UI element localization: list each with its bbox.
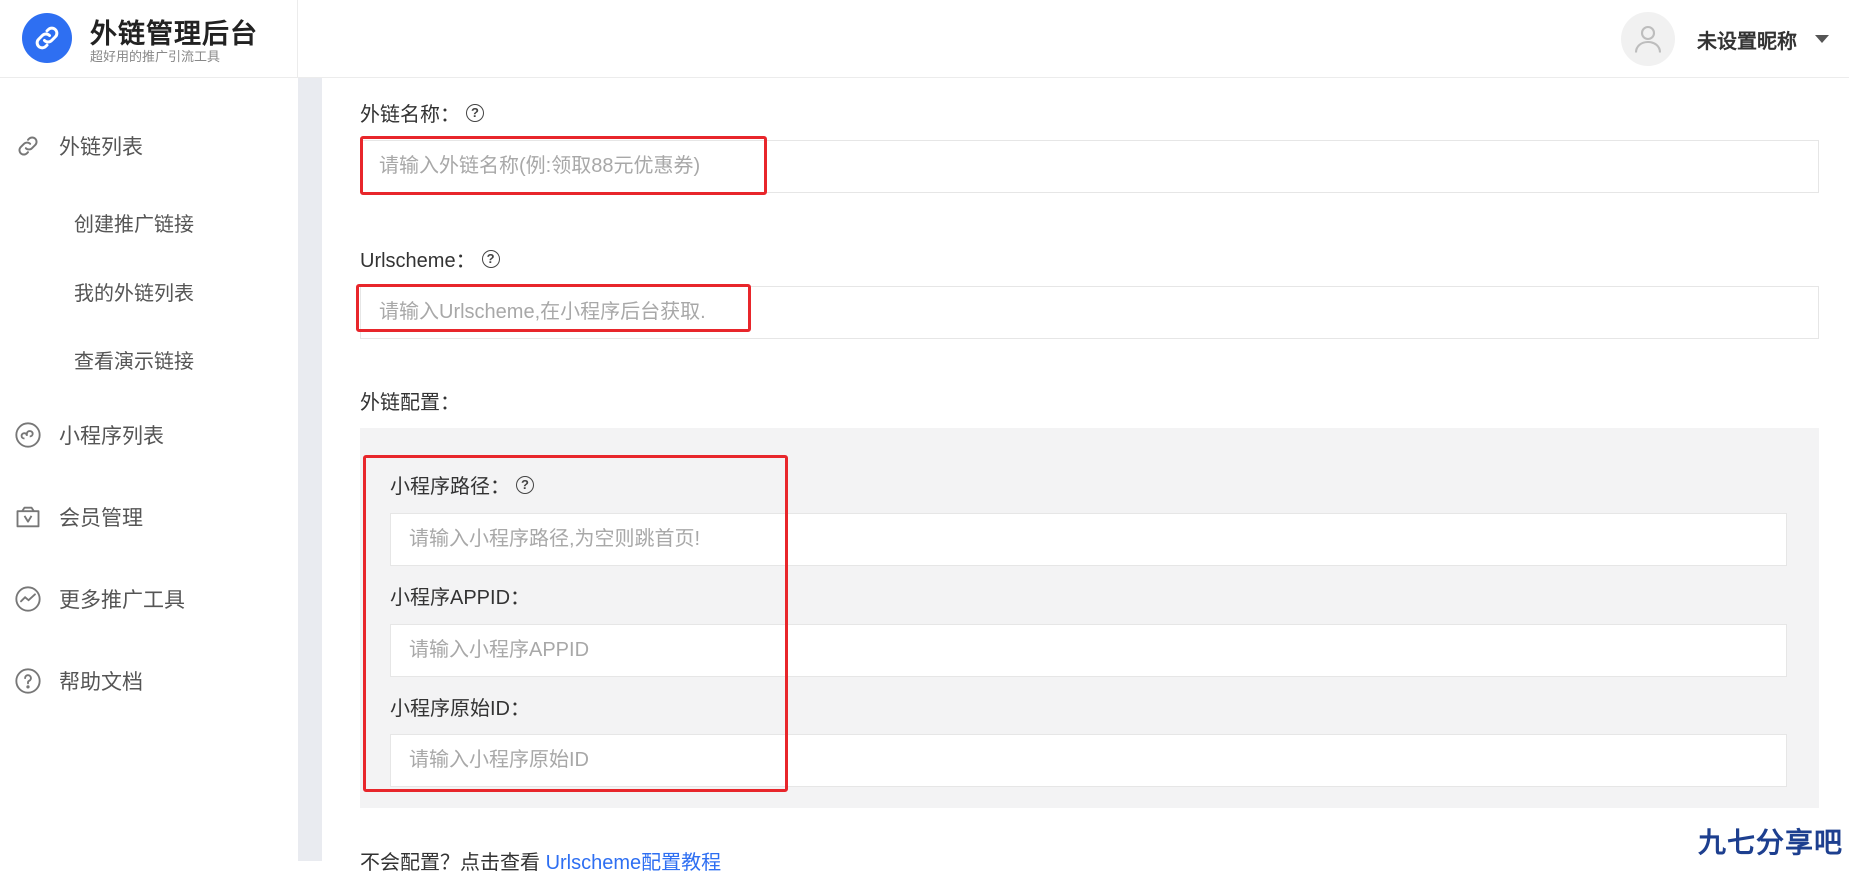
miniprogram-originid-label: 小程序原始ID： [390,698,530,720]
tutorial-link[interactable]: Urlscheme配置教程 [546,852,722,874]
question-icon [14,667,42,695]
sidebar-item-label: 更多推广工具 [59,589,185,612]
sidebar-subitem-create-link[interactable]: 创建推广链接 [74,208,194,237]
sidebar-item-help-docs[interactable]: 帮助文档 [14,661,143,701]
scroll-gutter [298,78,322,861]
sidebar-item-miniprogram-list[interactable]: 小程序列表 [14,415,164,455]
miniprogram-originid-input[interactable] [390,734,1787,787]
sidebar-subitem-my-links[interactable]: 我的外链列表 [74,277,194,306]
sidebar-item-link-list[interactable]: 外链列表 [14,126,143,166]
urlscheme-label: Urlscheme： ? [360,244,500,273]
miniprogram-icon [14,421,42,449]
brand-subtitle: 超好用的推广引流工具 [90,49,221,64]
miniprogram-appid-label: 小程序APPID： [390,587,531,609]
avatar[interactable] [1621,12,1675,66]
help-icon[interactable]: ? [516,475,534,494]
link-icon [14,132,42,160]
chevron-down-icon[interactable] [1815,35,1829,43]
main-content: 外链名称： ? Urlscheme： ? 外链配置： 小程序路径： ? 小程序A… [322,78,1849,874]
config-label: 外链配置： [360,392,460,414]
watermark: 九七分享吧 [1697,827,1843,858]
sidebar-item-label: 会员管理 [59,507,143,530]
vip-bag-icon [14,503,42,531]
link-name-label: 外链名称： ? [360,98,484,127]
top-header: 外链管理后台 超好用的推广引流工具 未设置昵称 [0,0,1849,78]
miniprogram-appid-input[interactable] [390,624,1787,677]
user-icon [1634,25,1662,53]
miniprogram-path-input[interactable] [390,513,1787,566]
brand-area[interactable]: 外链管理后台 超好用的推广引流工具 [0,0,298,78]
sidebar-item-member-management[interactable]: 会员管理 [14,497,143,537]
sidebar-item-label: 帮助文档 [59,671,143,694]
urlscheme-input[interactable] [360,286,1819,339]
user-menu[interactable]: 未设置昵称 [1621,12,1829,66]
help-icon[interactable]: ? [481,249,500,268]
user-nickname[interactable]: 未设置昵称 [1697,25,1797,54]
sidebar-item-label: 外链列表 [59,136,143,159]
sidebar: 外链列表 创建推广链接 我的外链列表 查看演示链接 小程序列表 会员管理 更多推… [0,78,298,861]
help-icon[interactable]: ? [466,103,484,122]
link-logo-icon [22,13,72,63]
trend-icon [14,585,42,613]
sidebar-subitem-demo-links[interactable]: 查看演示链接 [74,345,194,374]
sidebar-item-label: 小程序列表 [59,425,164,448]
miniprogram-path-label: 小程序路径： ? [390,470,534,499]
sidebar-item-more-tools[interactable]: 更多推广工具 [14,579,185,619]
link-name-input[interactable] [360,140,1819,193]
